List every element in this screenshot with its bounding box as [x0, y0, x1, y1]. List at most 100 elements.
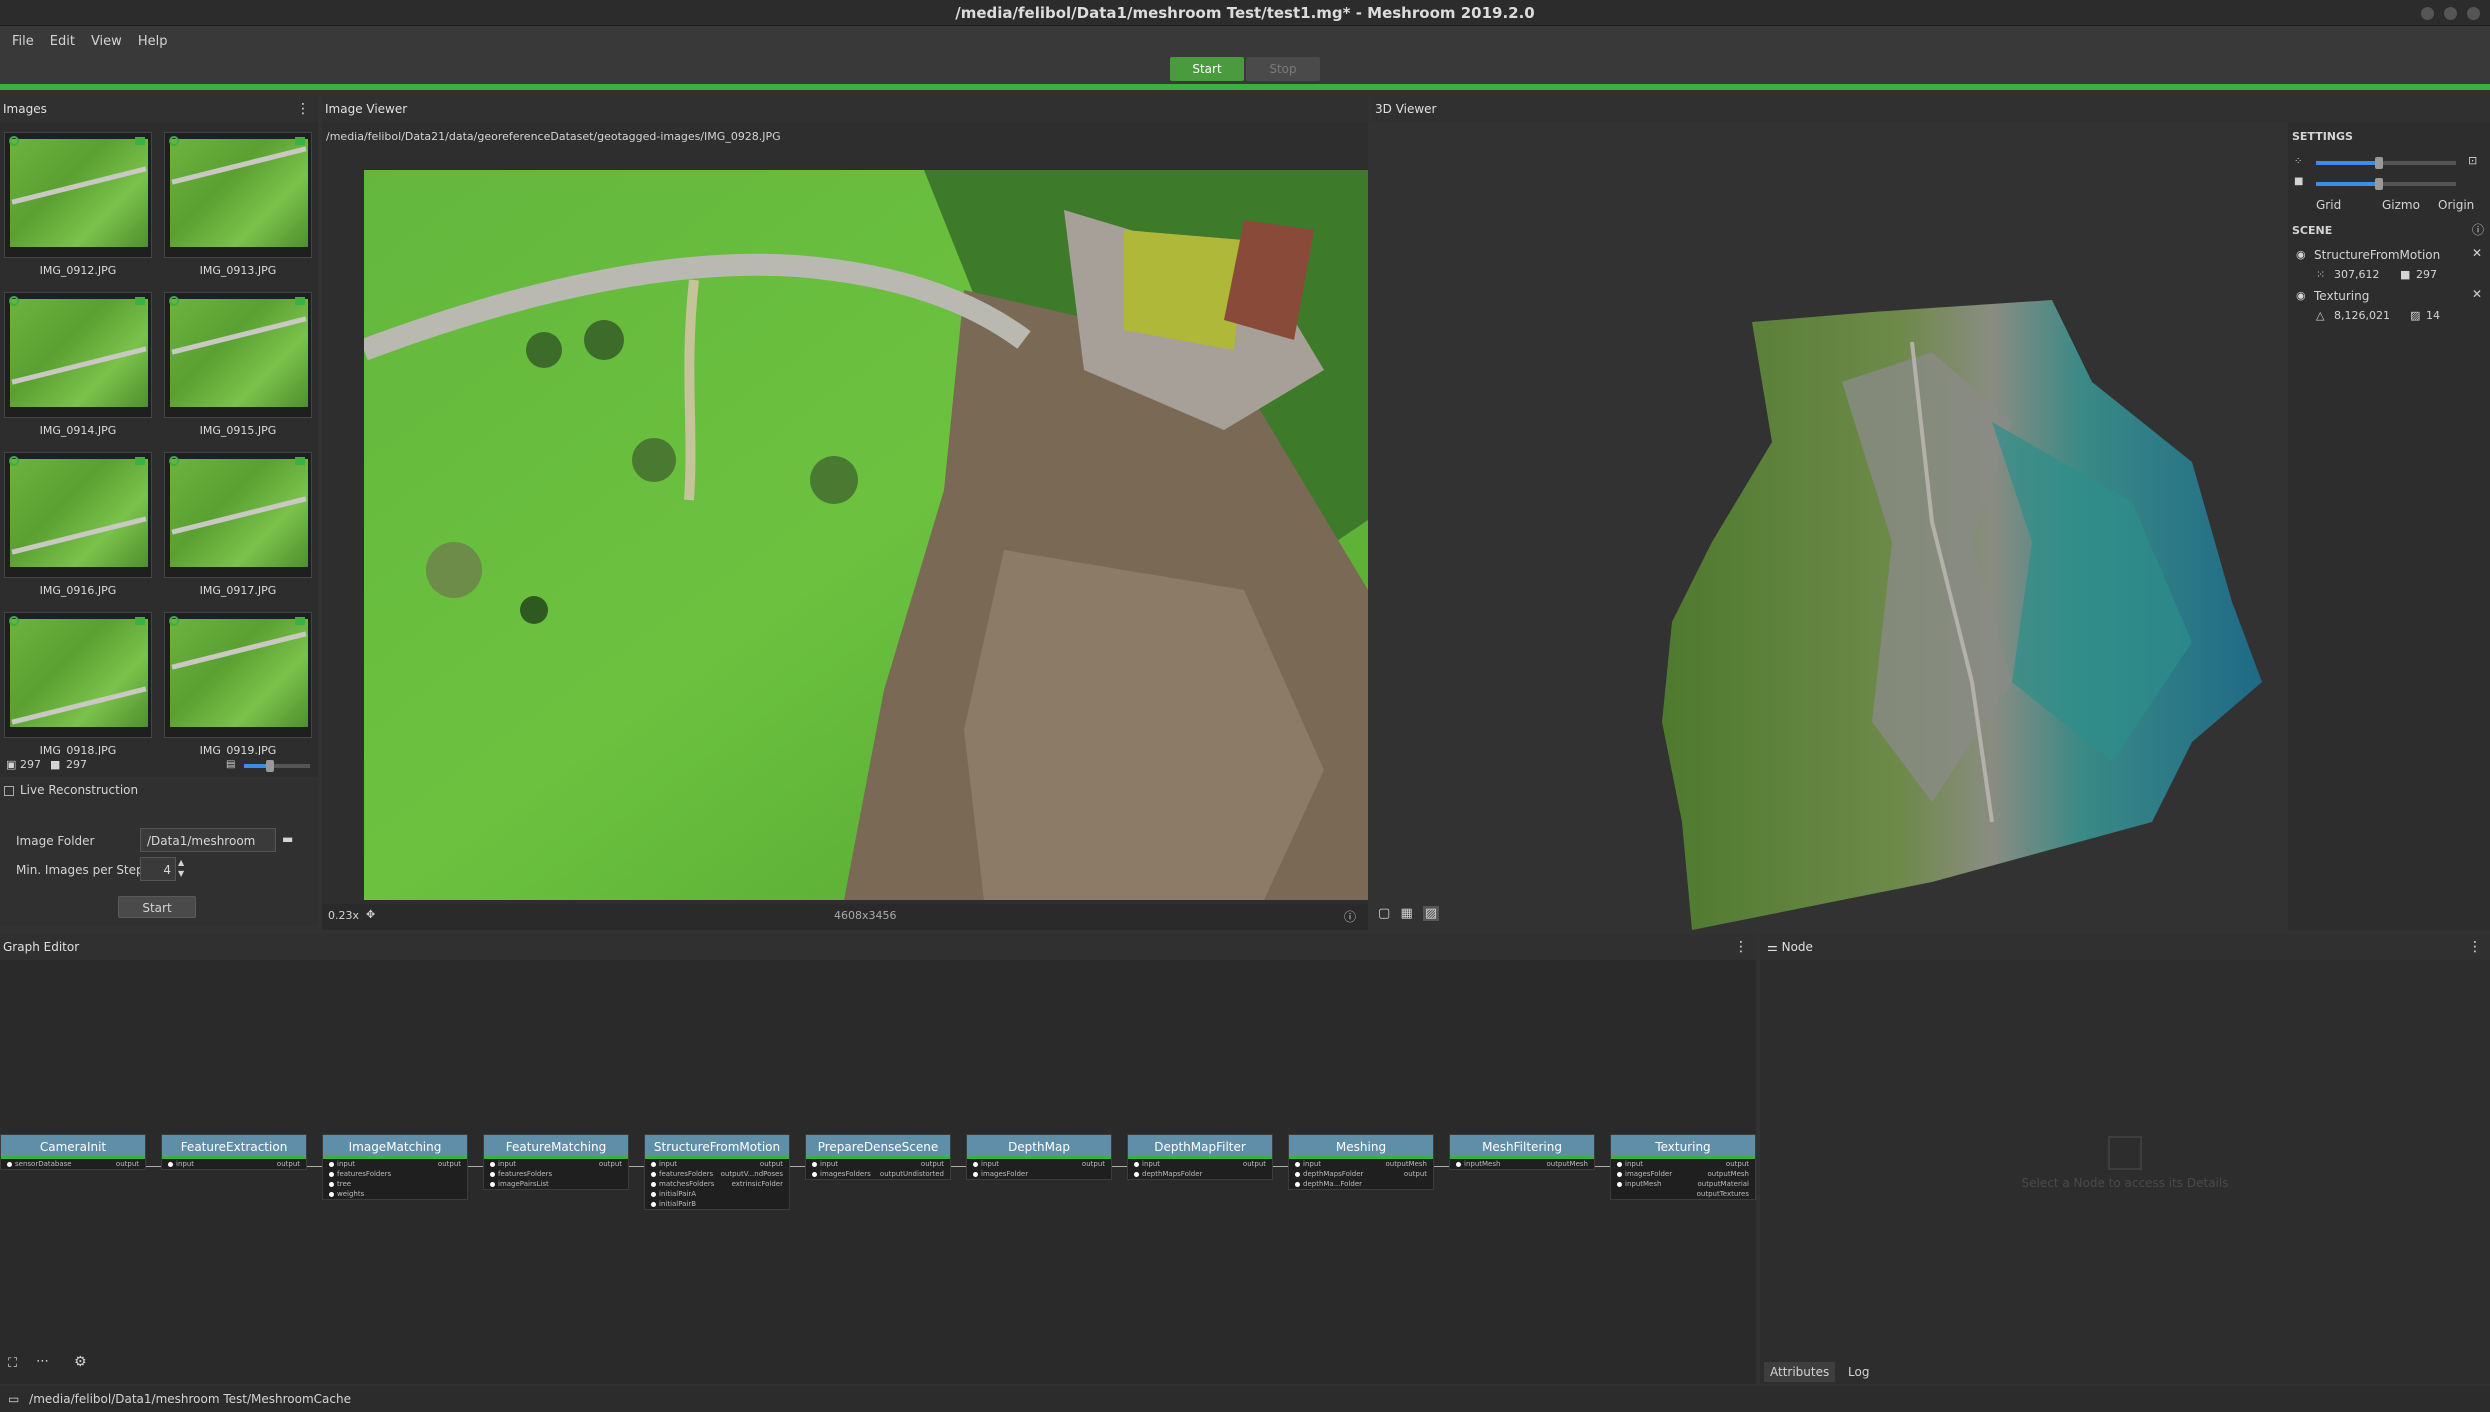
node-port[interactable]: inputMesh outputMaterial [1611, 1179, 1755, 1189]
graph-node[interactable]: Meshing input outputMesh depthMapsFolder out… [1288, 1134, 1434, 1190]
input-pin-icon[interactable] [1617, 1171, 1622, 1177]
graph-node[interactable]: CameraInit sensorDatabase output [0, 1134, 146, 1170]
fit-icon[interactable]: ✥ [366, 908, 375, 921]
thumbnail-size-slider[interactable] [244, 760, 310, 772]
menu-help[interactable]: Help [138, 34, 168, 49]
input-pin-icon[interactable] [1456, 1161, 1461, 1167]
input-pin-icon[interactable] [490, 1171, 495, 1177]
thumbnail[interactable] [4, 452, 152, 578]
stop-button[interactable]: Stop [1246, 57, 1320, 81]
thumbnail[interactable] [4, 132, 152, 258]
close-icon[interactable]: ✕ [2472, 246, 2482, 260]
node-port[interactable]: featuresFolders [484, 1169, 628, 1179]
graph-node[interactable]: FeatureExtraction input output [161, 1134, 307, 1170]
graph-node[interactable]: DepthMapFilter input output depthMapsFolder [1127, 1134, 1273, 1180]
viewer-image[interactable] [364, 170, 1368, 900]
thumbnail[interactable] [4, 612, 152, 738]
input-pin-icon[interactable] [1295, 1171, 1300, 1177]
node-port[interactable]: featuresFolders [323, 1169, 467, 1179]
live-reconstruction-checkbox[interactable] [4, 786, 14, 796]
thumbnail[interactable] [4, 292, 152, 418]
input-pin-icon[interactable] [168, 1161, 173, 1167]
node-port[interactable]: input output [1611, 1159, 1755, 1169]
menu-view[interactable]: View [91, 34, 122, 49]
info-icon[interactable]: ⓘ [2472, 221, 2484, 238]
grid-view-icon[interactable]: ▦ [1400, 906, 1412, 921]
input-pin-icon[interactable] [973, 1161, 978, 1167]
scene-item-texturing[interactable]: Texturing [2314, 289, 2369, 303]
input-pin-icon[interactable] [1617, 1161, 1622, 1167]
image-folder-input[interactable]: /Data1/meshroom Test [140, 828, 276, 872]
input-pin-icon[interactable] [490, 1181, 495, 1187]
graph-node[interactable]: FeatureMatching input output featuresFolder… [483, 1134, 629, 1190]
input-pin-icon[interactable] [1617, 1181, 1622, 1187]
point-size-slider[interactable] [2316, 157, 2456, 169]
visibility-eye-icon[interactable]: ◉ [2296, 289, 2306, 302]
node-port[interactable]: input outputMesh [1289, 1159, 1433, 1169]
fit-view-icon[interactable]: ⊡ [2468, 154, 2477, 167]
thumbnail[interactable] [164, 132, 312, 258]
input-pin-icon[interactable] [651, 1191, 656, 1197]
close-button[interactable] [2467, 7, 2480, 20]
input-pin-icon[interactable] [329, 1191, 334, 1197]
input-pin-icon[interactable] [1134, 1161, 1139, 1167]
menu-file[interactable]: File [12, 34, 34, 49]
maximize-button[interactable] [2444, 7, 2457, 20]
tab-log[interactable]: Log [1842, 1362, 1875, 1382]
origin-toggle[interactable]: Origin [2438, 198, 2474, 212]
node-port[interactable]: initialPairB [645, 1199, 789, 1209]
node-port[interactable]: depthMapsFolder [1128, 1169, 1272, 1179]
thumbnail[interactable] [164, 292, 312, 418]
input-pin-icon[interactable] [329, 1181, 334, 1187]
node-port[interactable]: sensorDatabase output [1, 1159, 145, 1169]
input-pin-icon[interactable] [973, 1171, 978, 1177]
fit-graph-icon[interactable]: ⛶ [8, 1356, 17, 1371]
node-port[interactable]: depthMapsFolder output [1289, 1169, 1433, 1179]
node-port[interactable]: tree [323, 1179, 467, 1189]
info-icon[interactable]: ⓘ [1344, 908, 1356, 925]
gear-icon[interactable]: ⚙ [74, 1354, 87, 1370]
close-icon[interactable]: ✕ [2472, 287, 2482, 301]
more-icon[interactable]: ⋮ [2468, 934, 2482, 960]
node-port[interactable]: input output [645, 1159, 789, 1169]
input-pin-icon[interactable] [1295, 1161, 1300, 1167]
live-start-button[interactable]: Start [118, 896, 196, 918]
input-pin-icon[interactable] [651, 1171, 656, 1177]
node-port[interactable]: input output [967, 1159, 1111, 1169]
scene-item-sfm[interactable]: StructureFromMotion [2314, 248, 2440, 262]
node-port[interactable]: input output [1128, 1159, 1272, 1169]
grid-toggle[interactable]: Grid [2316, 198, 2341, 212]
min-images-input[interactable]: 4 [140, 857, 176, 881]
graph-node[interactable]: Texturing input output imagesFolder outputMe… [1610, 1134, 1756, 1200]
texture-view-icon[interactable]: ▨ [1422, 906, 1440, 921]
node-port[interactable]: input output [162, 1159, 306, 1169]
input-pin-icon[interactable] [651, 1181, 656, 1187]
graph-node[interactable]: DepthMap input output imagesFolder [966, 1134, 1112, 1180]
node-port[interactable]: initialPairA [645, 1189, 789, 1199]
node-port[interactable]: input output [806, 1159, 950, 1169]
input-pin-icon[interactable] [490, 1161, 495, 1167]
node-port[interactable]: input output [323, 1159, 467, 1169]
graph-node[interactable]: ImageMatching input output featuresFolders t… [322, 1134, 468, 1200]
menu-edit[interactable]: Edit [50, 34, 75, 49]
graph-node[interactable]: StructureFromMotion input output featuresFo… [644, 1134, 790, 1210]
more-horizontal-icon[interactable]: ⋯ [36, 1354, 49, 1369]
tab-attributes[interactable]: Attributes [1764, 1362, 1836, 1382]
folder-icon[interactable]: ▭ [8, 1392, 19, 1406]
input-pin-icon[interactable] [812, 1161, 817, 1167]
node-port[interactable]: input output [484, 1159, 628, 1169]
node-port[interactable]: outputTextures [1611, 1189, 1755, 1199]
input-pin-icon[interactable] [1134, 1171, 1139, 1177]
graph-node[interactable]: MeshFiltering inputMesh outputMesh [1449, 1134, 1595, 1170]
node-port[interactable]: imagesFolder [967, 1169, 1111, 1179]
viewer3d-canvas[interactable]: ▢ ▦ ▨ [1372, 122, 2288, 930]
input-pin-icon[interactable] [329, 1161, 334, 1167]
node-port[interactable]: matchesFolders extrinsicFolder [645, 1179, 789, 1189]
graph-node[interactable]: PrepareDenseScene input output imagesFolder… [805, 1134, 951, 1180]
node-port[interactable]: featuresFolders outputV...ndPoses [645, 1169, 789, 1179]
node-port[interactable]: weights [323, 1189, 467, 1199]
graph-canvas[interactable]: CameraInit sensorDatabase output FeatureExt… [0, 960, 1756, 1384]
start-button[interactable]: Start [1170, 57, 1244, 81]
node-port[interactable]: depthMa...Folder [1289, 1179, 1433, 1189]
camera-scale-slider[interactable] [2316, 178, 2456, 190]
